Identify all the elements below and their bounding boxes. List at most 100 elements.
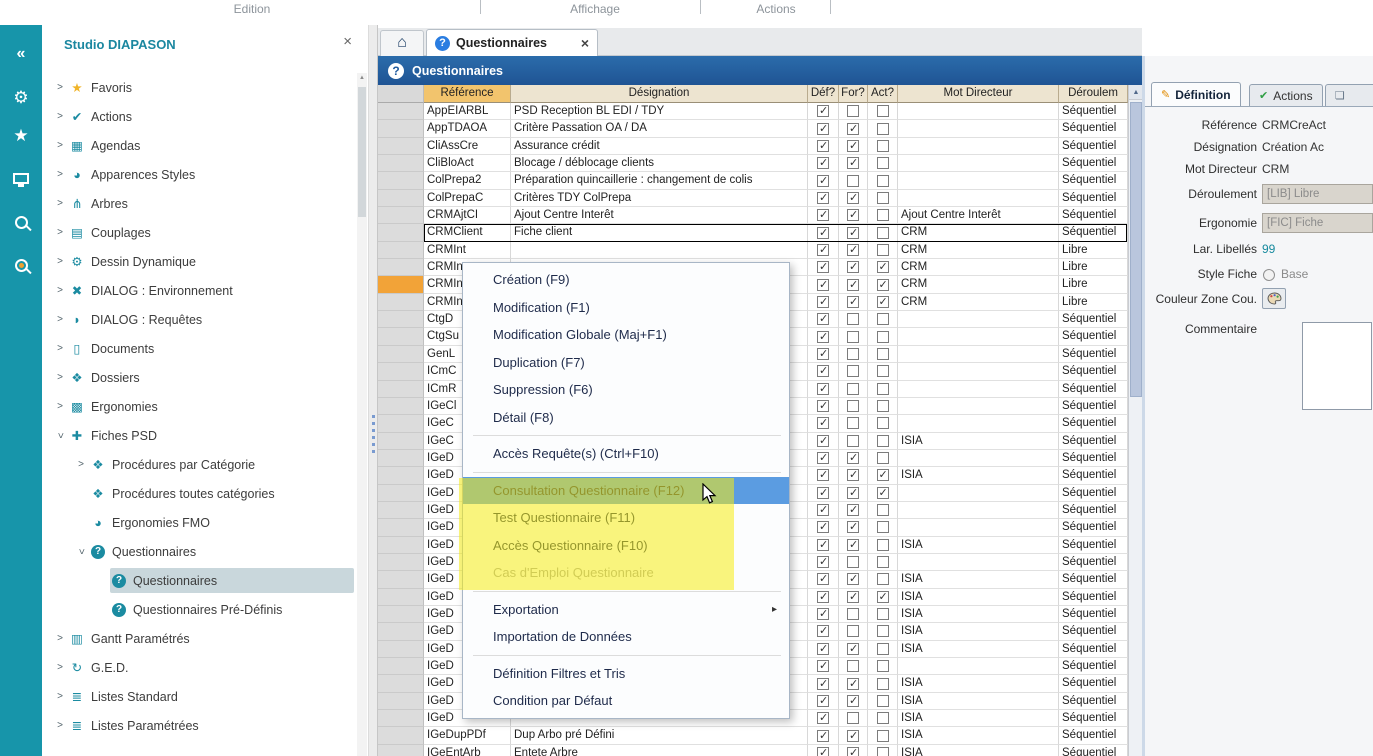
cell-act[interactable]	[868, 294, 898, 311]
cell-def[interactable]	[808, 294, 839, 311]
row-selector[interactable]	[378, 224, 424, 241]
cell-def[interactable]	[808, 502, 839, 519]
table-row[interactable]: CRMIntCRMLibre	[378, 242, 1128, 259]
cell-act[interactable]	[868, 207, 898, 224]
row-selector[interactable]	[378, 259, 424, 276]
tree-item-procedures-toutes-categories[interactable]: ❖Procédures toutes catégories	[42, 479, 354, 508]
chevron-right-icon[interactable]: >	[52, 314, 68, 325]
tab-home[interactable]	[380, 30, 424, 56]
cell-for[interactable]	[839, 381, 868, 398]
cell-act[interactable]	[868, 224, 898, 241]
chevron-right-icon[interactable]: >	[52, 198, 68, 209]
row-selector[interactable]	[378, 450, 424, 467]
tree-item-dialog-requetes[interactable]: >◗DIALOG : Requêtes	[42, 305, 354, 334]
chevron-right-icon[interactable]: >	[52, 227, 68, 238]
row-selector[interactable]	[378, 745, 424, 756]
cell-act[interactable]	[868, 571, 898, 588]
header-act[interactable]: Act?	[868, 85, 898, 103]
cell-def[interactable]	[808, 467, 839, 484]
cell-for[interactable]	[839, 103, 868, 120]
cell-act[interactable]	[868, 415, 898, 432]
tree-item-listes-standard[interactable]: >≣Listes Standard	[42, 682, 354, 711]
close-icon[interactable]	[343, 34, 352, 49]
context-menu-item-modification-f1[interactable]: Modification (F1)	[463, 294, 789, 322]
row-selector[interactable]	[378, 381, 424, 398]
row-selector[interactable]	[378, 485, 424, 502]
collapse-sidebar-icon[interactable]: «	[0, 39, 42, 69]
cell-def[interactable]	[808, 190, 839, 207]
row-selector[interactable]	[378, 363, 424, 380]
row-selector[interactable]	[378, 727, 424, 744]
row-selector[interactable]	[378, 155, 424, 172]
tree-item-dialog-environnement[interactable]: >✖DIALOG : Environnement	[42, 276, 354, 305]
context-menu-item-modification-globale-maj-f1[interactable]: Modification Globale (Maj+F1)	[463, 321, 789, 349]
tree-item-dessin-dynamique[interactable]: >⚙Dessin Dynamique	[42, 247, 354, 276]
header-designation[interactable]: Désignation	[511, 85, 808, 103]
tab-questionnaires[interactable]: Questionnaires	[426, 29, 598, 56]
cell-for[interactable]	[839, 606, 868, 623]
tree-item-procedures-par-categorie[interactable]: >❖Procédures par Catégorie	[42, 450, 354, 479]
row-selector[interactable]	[378, 433, 424, 450]
favorites-star-icon[interactable]: ★	[0, 121, 42, 151]
cell-act[interactable]	[868, 537, 898, 554]
cell-def[interactable]	[808, 415, 839, 432]
chevron-right-icon[interactable]: >	[52, 111, 68, 122]
splitter-grip-icon[interactable]	[372, 415, 375, 453]
header-reference[interactable]: Référence	[424, 85, 511, 103]
cell-act[interactable]	[868, 328, 898, 345]
context-menu-item-condition-par-defaut[interactable]: Condition par Défaut	[463, 687, 789, 715]
cell-def[interactable]	[808, 554, 839, 571]
cell-act[interactable]	[868, 554, 898, 571]
cell-def[interactable]	[808, 727, 839, 744]
cell-act[interactable]	[868, 346, 898, 363]
chevron-right-icon[interactable]: >	[52, 343, 68, 354]
cell-for[interactable]	[839, 710, 868, 727]
cell-def[interactable]	[808, 450, 839, 467]
cell-for[interactable]	[839, 623, 868, 640]
cell-act[interactable]	[868, 727, 898, 744]
chevron-right-icon[interactable]: >	[52, 256, 68, 267]
settings-gear-icon[interactable]: ⚙	[0, 83, 42, 113]
cell-for[interactable]	[839, 502, 868, 519]
chevron-right-icon[interactable]: >	[52, 140, 68, 151]
cell-act[interactable]	[868, 745, 898, 756]
table-row[interactable]: CRMClientFiche clientCRMSéquentiel	[378, 224, 1128, 241]
cell-for[interactable]	[839, 727, 868, 744]
table-row[interactable]: AppEIARBLPSD Reception BL EDI / TDYSéque…	[378, 103, 1128, 120]
cell-def[interactable]	[808, 398, 839, 415]
cell-act[interactable]	[868, 693, 898, 710]
menubar-item-affichage[interactable]: Affichage	[558, 0, 632, 18]
table-row[interactable]: IGeEntArbEntete ArbreISIASéquentiel	[378, 745, 1128, 756]
tree-item-dossiers[interactable]: >❖Dossiers	[42, 363, 354, 392]
cell-act[interactable]	[868, 138, 898, 155]
header-for[interactable]: For?	[839, 85, 868, 103]
table-row[interactable]: CliBloActBlocage / déblocage clientsSéqu…	[378, 155, 1128, 172]
context-menu-item-acces-requete-s-ctrl-f10[interactable]: Accès Requête(s) (Ctrl+F10)	[463, 440, 789, 468]
row-selector[interactable]	[378, 589, 424, 606]
row-selector[interactable]	[378, 311, 424, 328]
cell-def[interactable]	[808, 710, 839, 727]
cell-def[interactable]	[808, 519, 839, 536]
cell-for[interactable]	[839, 328, 868, 345]
cell-for[interactable]	[839, 259, 868, 276]
cell-def[interactable]	[808, 571, 839, 588]
tree-item-ergonomies-fmo[interactable]: ◕Ergonomies FMO	[42, 508, 354, 537]
cell-for[interactable]	[839, 571, 868, 588]
tree-item-fiches-psd[interactable]: >✚Fiches PSD	[42, 421, 354, 450]
row-selector[interactable]	[378, 571, 424, 588]
cell-for[interactable]	[839, 485, 868, 502]
tree-item-actions[interactable]: >✔Actions	[42, 102, 354, 131]
chevron-right-icon[interactable]: >	[52, 720, 68, 731]
row-selector[interactable]	[378, 294, 424, 311]
row-selector[interactable]	[378, 623, 424, 640]
cell-def[interactable]	[808, 433, 839, 450]
cell-def[interactable]	[808, 363, 839, 380]
cell-for[interactable]	[839, 450, 868, 467]
header-mot-directeur[interactable]: Mot Directeur	[898, 85, 1059, 103]
table-scrollbar[interactable]	[1128, 85, 1142, 756]
scroll-up-icon[interactable]	[1129, 85, 1143, 100]
cell-for[interactable]	[839, 190, 868, 207]
cell-for[interactable]	[839, 346, 868, 363]
context-menu-item-definition-filtres-et-tris[interactable]: Définition Filtres et Tris	[463, 660, 789, 688]
row-selector[interactable]	[378, 276, 424, 293]
